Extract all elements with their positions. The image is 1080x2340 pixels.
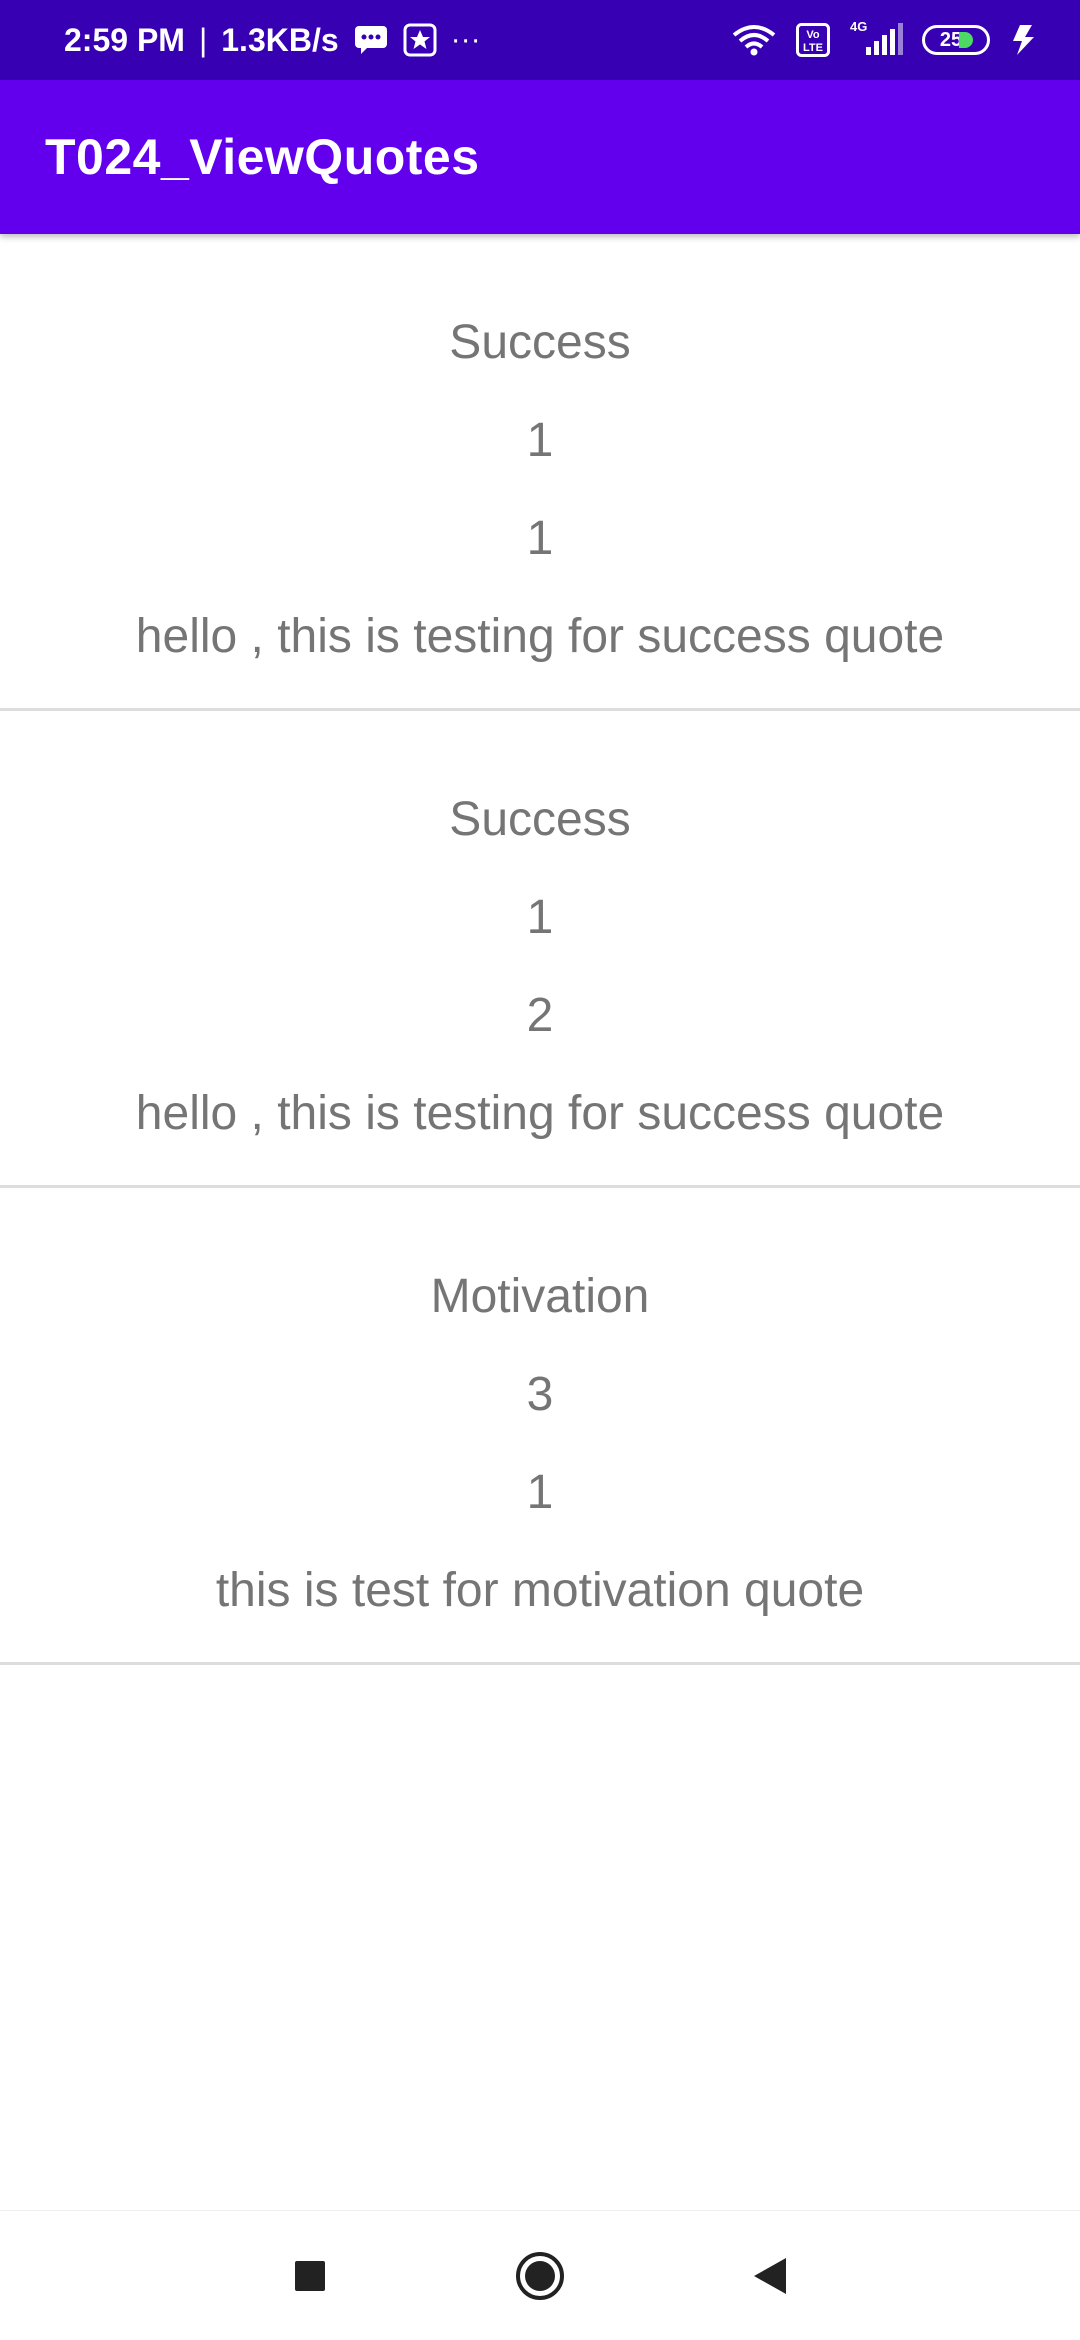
network-type: 4G <box>850 19 868 34</box>
app-title: T024_ViewQuotes <box>45 129 480 185</box>
wifi-icon <box>730 23 778 57</box>
quote-field-2: 3 <box>526 1368 554 1421</box>
signal-icon: 4G <box>848 19 904 57</box>
status-right: Vo LTE 4G 25 <box>730 19 1038 57</box>
app-bar: T024_ViewQuotes <box>0 80 1080 234</box>
quote-text: this is test for motivation quote <box>215 1564 865 1617</box>
recents-square-icon[interactable] <box>280 2246 340 2306</box>
navigation-bar <box>0 2210 1080 2340</box>
quote-field-2: 1 <box>526 891 554 944</box>
list-item[interactable]: Success 1 2 hello , this is testing for … <box>0 711 1080 1188</box>
quote-field-3: 1 <box>526 512 554 565</box>
status-more: ··· <box>450 23 481 56</box>
status-bar: 2:59 PM | 1.3KB/s ··· Vo LTE 4G 25 <box>0 0 1080 80</box>
status-speed: 1.3KB/s <box>221 21 339 58</box>
quote-text: hello , this is testing for success quot… <box>135 1087 945 1140</box>
battery-icon: 25 <box>922 25 990 55</box>
quote-category: Success <box>449 316 631 369</box>
quote-category: Success <box>449 793 631 846</box>
status-time: 2:59 PM <box>64 21 185 58</box>
status-separator: | <box>198 21 208 58</box>
list-item[interactable]: Success 1 1 hello , this is testing for … <box>0 234 1080 711</box>
list-item[interactable]: Motivation 3 1 this is test for motivati… <box>0 1188 1080 1665</box>
quotes-list[interactable]: Success 1 1 hello , this is testing for … <box>0 234 1080 1665</box>
quote-field-3: 1 <box>526 1466 554 1519</box>
message-icon <box>353 24 389 56</box>
status-left: 2:59 PM | 1.3KB/s ··· <box>64 22 481 59</box>
svg-text:Vo: Vo <box>806 29 820 41</box>
back-triangle-icon[interactable] <box>740 2246 800 2306</box>
svg-text:LTE: LTE <box>803 42 823 54</box>
charging-icon <box>1008 23 1038 57</box>
quote-category: Motivation <box>430 1270 650 1323</box>
quote-field-2: 1 <box>526 414 554 467</box>
volte-icon: Vo LTE <box>796 23 830 57</box>
quote-field-3: 2 <box>526 989 554 1042</box>
star-app-icon <box>403 23 437 57</box>
quote-text: hello , this is testing for success quot… <box>135 610 945 663</box>
home-circle-icon[interactable] <box>510 2246 570 2306</box>
